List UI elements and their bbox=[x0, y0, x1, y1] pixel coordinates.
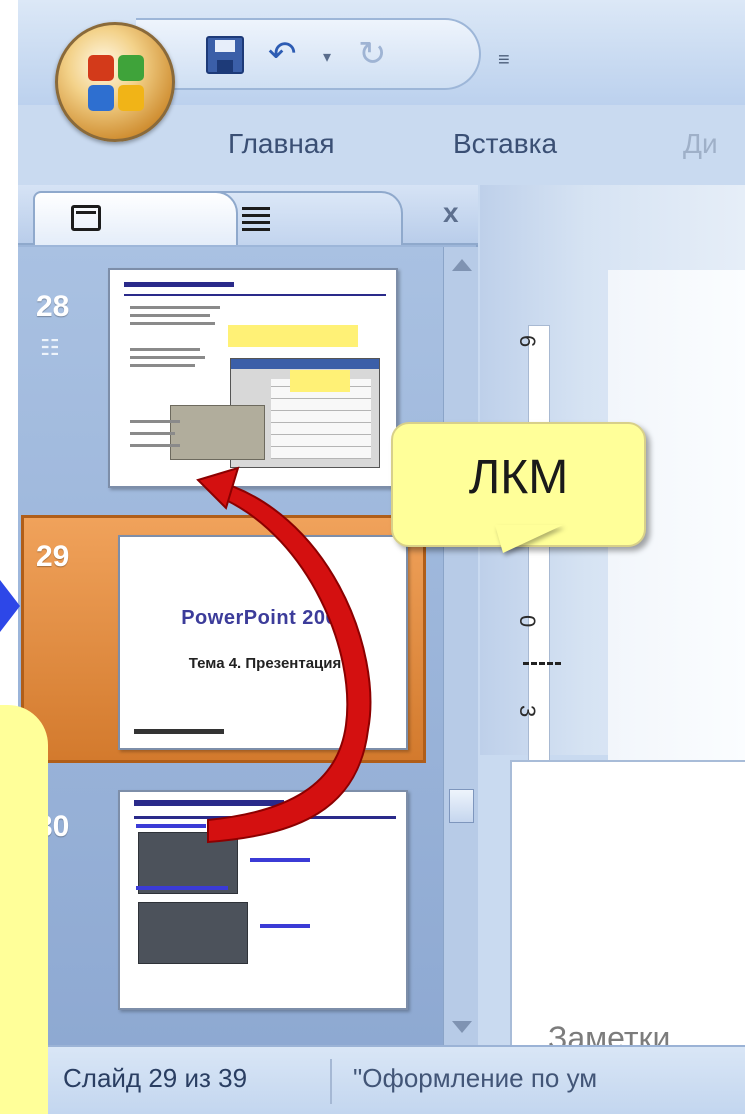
scroll-up-icon[interactable] bbox=[452, 259, 472, 271]
customize-toolbar-icon[interactable]: ≡ bbox=[498, 40, 510, 80]
powerpoint-window: ↶ ▾ ↻ ≡ Главная Вставка Ди x 28 ☷ 29 Pow… bbox=[18, 0, 745, 1114]
status-theme-name[interactable]: "Оформление по ум bbox=[353, 1063, 597, 1094]
left-highlight-box bbox=[0, 1045, 48, 1114]
callout-tail bbox=[495, 525, 563, 553]
tab-design[interactable]: Ди bbox=[683, 128, 718, 160]
slide-number: 29 bbox=[36, 540, 70, 573]
outline-icon bbox=[242, 207, 270, 231]
animation-icon: ☷ bbox=[40, 335, 60, 360]
quick-access-toolbar bbox=[136, 18, 481, 90]
slides-icon bbox=[71, 205, 101, 231]
tab-insert[interactable]: Вставка bbox=[453, 128, 557, 160]
move-slide-arrow bbox=[196, 466, 372, 844]
status-separator bbox=[330, 1059, 332, 1104]
panel-tabs: x bbox=[18, 185, 478, 245]
status-slide-info: Слайд 29 из 39 bbox=[63, 1063, 248, 1093]
pointer-arrow-icon bbox=[0, 580, 20, 632]
scrollbar[interactable] bbox=[443, 247, 478, 1045]
slide-number: 28 bbox=[36, 290, 70, 323]
tab-home[interactable]: Главная bbox=[228, 128, 335, 160]
office-logo-icon bbox=[88, 55, 148, 115]
tab-slides[interactable] bbox=[33, 191, 238, 245]
scroll-thumb[interactable] bbox=[449, 789, 474, 823]
scroll-down-icon[interactable] bbox=[452, 1021, 472, 1033]
ruler-number: 6 bbox=[515, 335, 540, 348]
status-bar: Слайд 29 из 39 "Оформление по ум bbox=[18, 1045, 745, 1114]
undo-dropdown-icon[interactable]: ▾ bbox=[323, 38, 331, 78]
notes-pane[interactable] bbox=[510, 760, 745, 1045]
save-icon[interactable] bbox=[206, 36, 244, 74]
ruler-number: 0 bbox=[515, 615, 540, 628]
left-callout-fragment bbox=[0, 705, 48, 1065]
ruler-number: 3 bbox=[515, 705, 540, 718]
redo-icon[interactable]: ↻ bbox=[358, 34, 387, 74]
ruler-marker bbox=[523, 662, 561, 665]
close-icon[interactable]: x bbox=[443, 197, 459, 229]
callout-text: ЛКМ bbox=[468, 451, 569, 504]
office-button[interactable] bbox=[55, 22, 175, 142]
title-bar: ↶ ▾ ↻ ≡ bbox=[18, 0, 745, 142]
undo-icon[interactable]: ↶ bbox=[268, 34, 297, 74]
